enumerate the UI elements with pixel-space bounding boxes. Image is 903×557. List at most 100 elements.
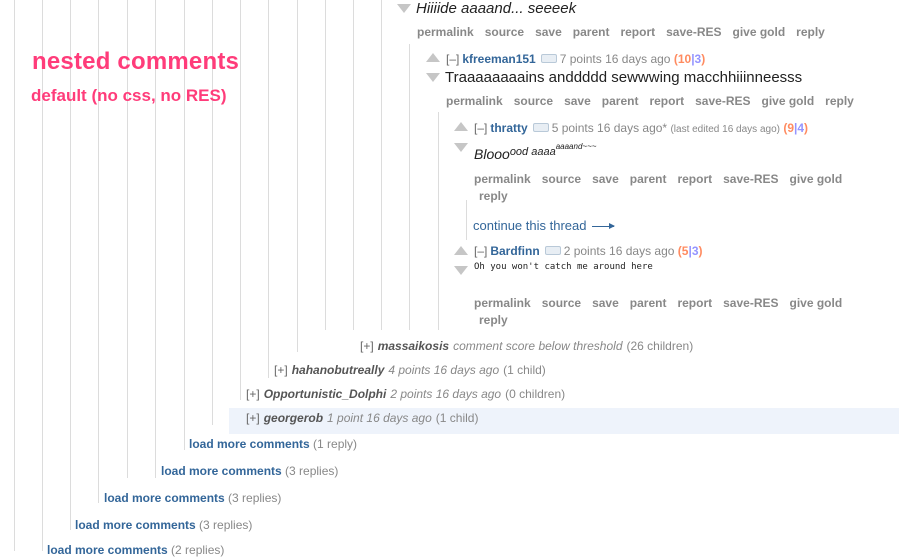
save-res-button[interactable]: save-RES [666, 25, 721, 39]
reply-button[interactable]: reply [825, 94, 854, 108]
collapse-toggle[interactable]: [–] [474, 244, 487, 258]
upvote-arrow-icon[interactable] [454, 246, 468, 255]
load-more-link[interactable]: load more comments [47, 543, 168, 557]
collapsed-comment[interactable]: [+] Opportunistic_Dolphi 2 points 16 days … [246, 387, 565, 401]
thread-line [325, 0, 326, 330]
reply-button[interactable]: reply [796, 25, 825, 39]
comment-buttons: permalink source save parent report save-RES g… [446, 94, 865, 108]
author-link[interactable]: Bardfinn [490, 244, 539, 258]
comment-buttons: permalink source save parent report save-RES g… [474, 172, 853, 186]
children-count: (26 children) [626, 339, 694, 353]
author-link[interactable]: georgerob [264, 411, 323, 425]
author-link[interactable]: massaikosis [378, 339, 449, 353]
comment-body: Traaaaaaaains anddddd sewwwing macchhiii… [445, 69, 803, 86]
save-button[interactable]: save [592, 172, 619, 186]
continue-thread-label: continue this thread [473, 218, 587, 233]
upvote-arrow-icon[interactable] [454, 122, 468, 131]
continue-thread-link[interactable]: continue this thread [473, 218, 616, 233]
expand-toggle[interactable]: [+] [246, 411, 260, 425]
save-button[interactable]: save [592, 296, 619, 310]
report-button[interactable]: report [677, 296, 712, 310]
collapse-toggle[interactable]: [–] [474, 121, 487, 135]
upvote-count: 10 [677, 52, 692, 66]
thread-line [353, 0, 354, 330]
load-more-row: load more comments (1 reply) [189, 437, 357, 451]
give-gold-button[interactable]: give gold [733, 25, 786, 39]
source-button[interactable]: source [485, 25, 524, 39]
downvote-arrow-icon[interactable] [454, 266, 468, 275]
score-text: 5 points 16 days ago* [551, 121, 668, 135]
thread-line [240, 0, 241, 400]
author-link[interactable]: Opportunistic_Dolphi [264, 387, 387, 401]
author-link[interactable]: thratty [490, 121, 527, 135]
permalink-button[interactable]: permalink [474, 172, 531, 186]
comment-buttons-wrap: reply [479, 189, 519, 203]
collapsed-comment[interactable]: [+] hahanobutreally 4 points 16 days ago (1… [274, 363, 546, 377]
children-count: (0 children) [505, 387, 566, 401]
report-button[interactable]: report [620, 25, 655, 39]
give-gold-button[interactable]: give gold [790, 296, 843, 310]
give-gold-button[interactable]: give gold [790, 172, 843, 186]
give-gold-button[interactable]: give gold [762, 94, 815, 108]
flair-icon [540, 54, 557, 64]
save-res-button[interactable]: save-RES [723, 296, 778, 310]
thread-line [70, 0, 71, 530]
source-button[interactable]: source [514, 94, 553, 108]
save-res-button[interactable]: save-RES [695, 94, 750, 108]
collapsed-comment[interactable]: [+] georgerob 1 point 16 days ago (1 child) [246, 411, 478, 425]
collapse-toggle[interactable]: [–] [446, 52, 459, 66]
permalink-button[interactable]: permalink [446, 94, 503, 108]
report-button[interactable]: report [677, 172, 712, 186]
author-link[interactable]: hahanobutreally [292, 363, 385, 377]
comment-buttons: permalink source save parent report save-RES g… [417, 25, 836, 39]
parent-button[interactable]: parent [630, 172, 667, 186]
body-text-superscript: ood aaaa [509, 146, 556, 158]
save-res-button[interactable]: save-RES [723, 172, 778, 186]
report-button[interactable]: report [649, 94, 684, 108]
reply-button[interactable]: reply [479, 313, 508, 327]
load-more-row: load more comments (3 replies) [104, 491, 281, 505]
children-count: (1 child) [503, 363, 546, 377]
upvote-arrow-icon[interactable] [426, 53, 440, 62]
thread-line [409, 44, 410, 330]
load-more-link[interactable]: load more comments [189, 437, 310, 451]
permalink-button[interactable]: permalink [417, 25, 474, 39]
downvote-arrow-icon[interactable] [397, 4, 411, 13]
comment-tagline: [–] Bardfinn 2 points 16 days ago (5|3) [474, 244, 703, 258]
reply-count: (3 replies) [199, 518, 253, 532]
collapsed-comment[interactable]: [+] massaikosis comment score below thresh… [360, 339, 693, 353]
reply-count: (3 replies) [285, 464, 339, 478]
load-more-link[interactable]: load more comments [75, 518, 196, 532]
expand-toggle[interactable]: [+] [274, 363, 288, 377]
source-button[interactable]: source [542, 172, 581, 186]
expand-toggle[interactable]: [+] [246, 387, 260, 401]
load-more-link[interactable]: load more comments [161, 464, 282, 478]
downvote-arrow-icon[interactable] [426, 73, 440, 82]
downvote-count: 3 [691, 244, 699, 258]
downvote-arrow-icon[interactable] [454, 143, 468, 152]
score-text: 2 points 16 days ago [563, 244, 675, 258]
reply-count: (3 replies) [228, 491, 282, 505]
load-more-link[interactable]: load more comments [104, 491, 225, 505]
parent-button[interactable]: parent [573, 25, 610, 39]
save-button[interactable]: save [535, 25, 562, 39]
comment-buttons-wrap: reply [479, 313, 519, 327]
author-link[interactable]: kfreeman151 [462, 52, 535, 66]
body-text-superscript-2: aaaand~~~ [555, 142, 597, 151]
expand-toggle[interactable]: [+] [360, 339, 374, 353]
comment-meta: 2 points 16 days ago [390, 387, 502, 401]
save-button[interactable]: save [564, 94, 591, 108]
thread-line [268, 0, 269, 378]
comment-tagline: [–] thratty 5 points 16 days ago* (last ed… [474, 121, 808, 135]
flair-icon [544, 246, 561, 256]
source-button[interactable]: source [542, 296, 581, 310]
reply-count: (1 reply) [313, 437, 358, 451]
comment-body: Hiiiide aaaand... seeeek [416, 0, 577, 17]
parent-button[interactable]: parent [602, 94, 639, 108]
edited-note: (last edited 16 days ago) [670, 124, 780, 135]
permalink-button[interactable]: permalink [474, 296, 531, 310]
parent-button[interactable]: parent [630, 296, 667, 310]
comment-body: Oh you won't catch me around here [474, 262, 653, 272]
comment-meta: 1 point 16 days ago [327, 411, 432, 425]
reply-button[interactable]: reply [479, 189, 508, 203]
